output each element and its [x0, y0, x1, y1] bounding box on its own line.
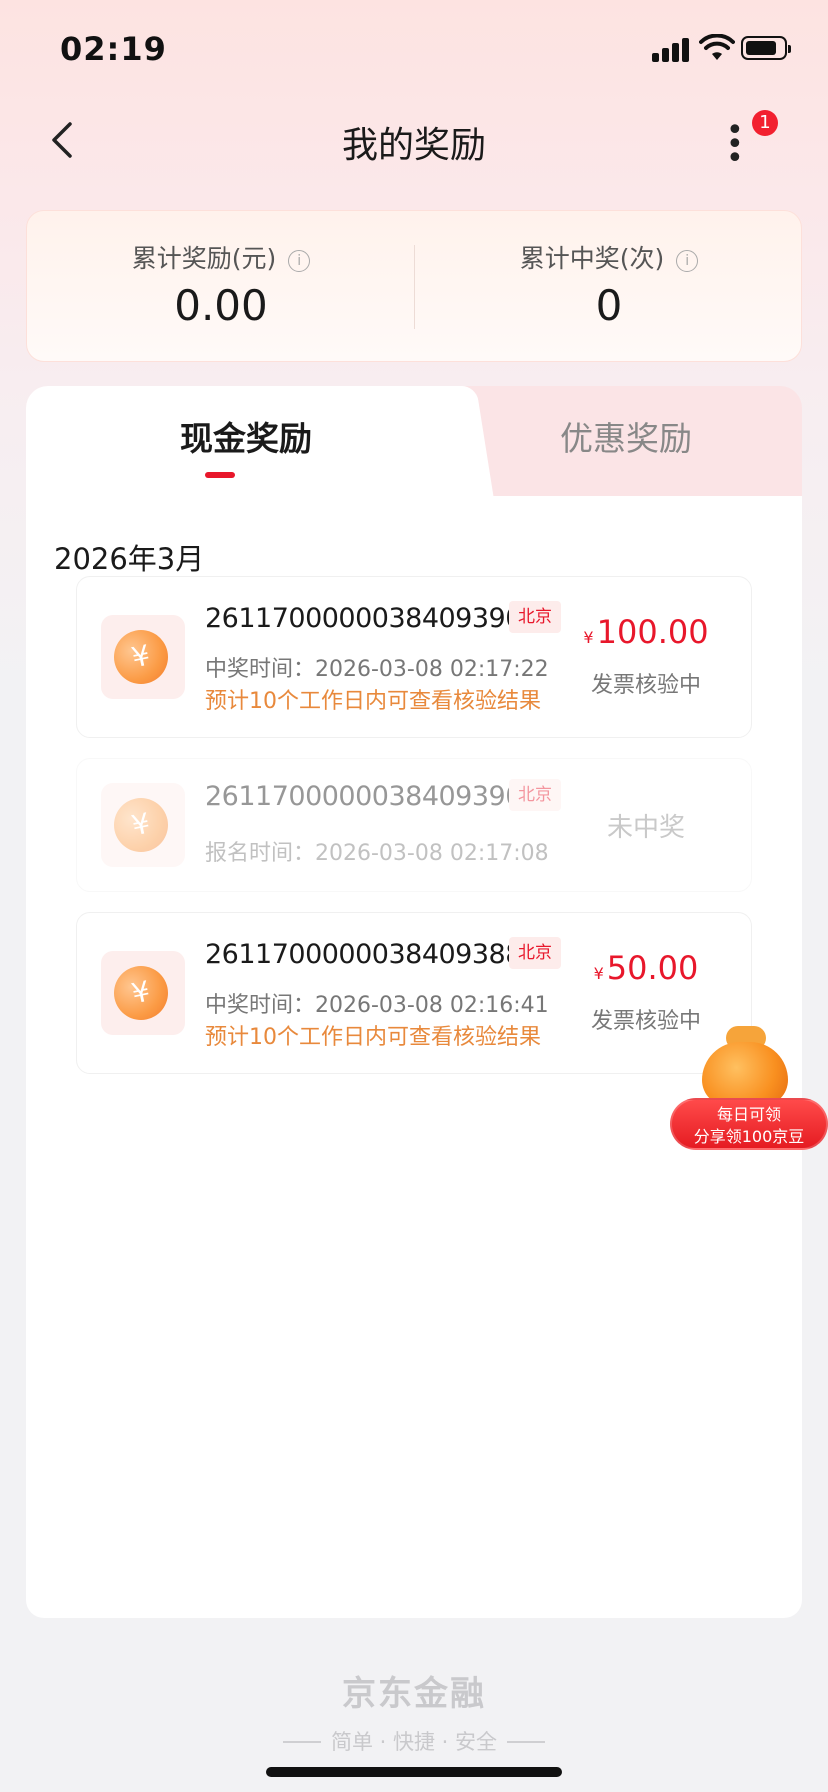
total-reward-label: 累计奖励(元) [131, 244, 277, 273]
status-time: 02:19 [60, 30, 167, 68]
reward-summary-card: 累计奖励(元) i 0.00 累计中奖(次) i 0 [26, 210, 802, 362]
city-tag: 北京 [509, 601, 561, 633]
total-wins-label: 累计中奖(次) [519, 244, 665, 273]
notification-badge: 1 [752, 110, 778, 136]
currency-symbol: ¥ [583, 628, 594, 647]
record-time: 中奖时间：2026-03-08 02:16:41 [205, 993, 549, 1018]
total-reward-value: 0.00 [174, 281, 268, 330]
amount-value: 50.00 [606, 949, 699, 987]
brand-logo: 京东金融 [342, 1674, 486, 1714]
record-note: 预计10个工作日内可查看核验结果 [205, 1025, 541, 1050]
total-wins-column: 累计中奖(次) i 0 [415, 211, 803, 363]
record-id: 26117000000384093905 [205, 781, 539, 812]
coin-icon: ¥ [101, 783, 185, 867]
coin-icon: ¥ [101, 951, 185, 1035]
reward-record[interactable]: ¥ 26117000000384093883 北京 中奖时间：2026-03-0… [76, 912, 752, 1074]
rewards-panel: 现金奖励 优惠奖励 2026年3月 ¥ 26117000000384093904… [26, 386, 802, 1618]
reward-record[interactable]: ¥ 26117000000384093905 北京 报名时间：2026-03-0… [76, 758, 752, 892]
reward-amount: ¥50.00 [571, 949, 721, 987]
daily-promo-float[interactable]: 每日可领 分享领100京豆 [670, 1016, 828, 1156]
record-id: 26117000000384093904 [205, 603, 539, 634]
brand-slogan: 简单 · 快捷 · 安全 [330, 1730, 498, 1754]
page-title: 我的奖励 [341, 125, 486, 166]
signal-icon [652, 36, 692, 62]
record-status: 发票核验中 [590, 673, 701, 698]
info-icon[interactable]: i [676, 250, 699, 272]
coin-icon: ¥ [101, 615, 185, 699]
reward-amount: ¥100.00 [571, 613, 721, 651]
home-indicator[interactable] [266, 1767, 562, 1777]
info-icon[interactable]: i [288, 250, 311, 272]
total-wins-value: 0 [595, 281, 623, 330]
promo-banner: 每日可领 分享领100京豆 [670, 1098, 828, 1150]
promo-line-1: 每日可领 [716, 1105, 781, 1124]
tab-indicator [205, 472, 235, 478]
city-tag: 北京 [509, 937, 561, 969]
money-bag-icon [698, 1018, 790, 1108]
wifi-icon [699, 34, 735, 60]
record-note: 预计10个工作日内可查看核验结果 [205, 689, 541, 714]
month-header: 2026年3月 [54, 542, 205, 576]
status-bar: 02:19 [0, 0, 828, 100]
city-tag: 北京 [509, 779, 561, 811]
currency-symbol: ¥ [593, 964, 604, 983]
record-time: 报名时间：2026-03-08 02:17:08 [205, 841, 549, 866]
tab-cash-rewards[interactable]: 现金奖励 [122, 412, 370, 460]
amount-value: 100.00 [596, 613, 709, 651]
total-reward-column: 累计奖励(元) i 0.00 [27, 211, 415, 363]
footer: 京东金融 简单 · 快捷 · 安全 [0, 1666, 828, 1754]
reward-record[interactable]: ¥ 26117000000384093904 北京 中奖时间：2026-03-0… [76, 576, 752, 738]
battery-icon [741, 36, 791, 60]
record-status: 未中奖 [606, 813, 685, 843]
record-time: 中奖时间：2026-03-08 02:17:22 [205, 657, 549, 682]
promo-line-2: 分享领100京豆 [693, 1127, 805, 1146]
tab-coupon-rewards[interactable]: 优惠奖励 [496, 412, 756, 460]
record-id: 26117000000384093883 [205, 939, 539, 970]
